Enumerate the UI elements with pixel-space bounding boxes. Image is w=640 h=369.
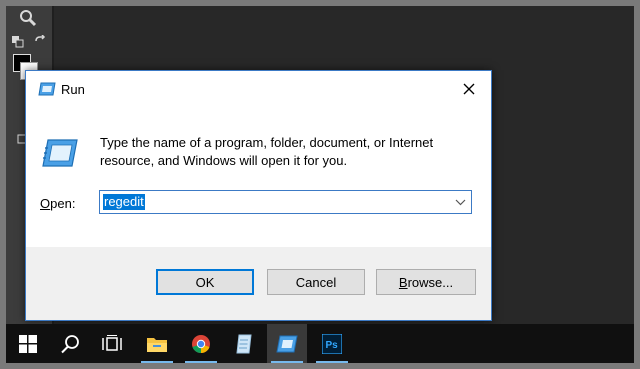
start-icon	[19, 334, 37, 353]
running-indicator	[185, 361, 217, 363]
search-icon	[61, 334, 79, 353]
run-icon	[38, 82, 56, 96]
open-label: Open:	[40, 196, 75, 211]
dialog-title-bar[interactable]: Run	[26, 71, 491, 107]
open-combobox[interactable]: regedit	[99, 190, 472, 214]
chrome-icon	[192, 334, 210, 353]
screen: Run Type the name of a program, folder, …	[6, 6, 634, 363]
dialog-title: Run	[61, 82, 85, 97]
notepad-button[interactable]	[224, 324, 264, 363]
zoom-tool-icon[interactable]	[19, 9, 37, 27]
browse-label: rowse...	[407, 274, 454, 290]
photoshop-icon-label: Ps	[326, 340, 339, 351]
task-view-icon	[102, 334, 122, 351]
browse-mnemonic: B	[398, 274, 408, 290]
cancel-button[interactable]: Cancel	[267, 269, 365, 295]
file-explorer-button[interactable]	[137, 324, 177, 363]
dialog-description: Type the name of a program, folder, docu…	[100, 135, 434, 168]
default-colors-icon[interactable]	[12, 36, 24, 48]
task-view-button[interactable]	[92, 324, 132, 363]
open-label-mnemonic: O	[40, 196, 51, 211]
run-icon	[276, 335, 298, 352]
chrome-button[interactable]	[181, 324, 221, 363]
start-button[interactable]	[8, 324, 48, 363]
open-input-value[interactable]: regedit	[103, 194, 145, 210]
file-explorer-icon	[147, 337, 167, 352]
close-button[interactable]	[447, 71, 491, 107]
close-icon	[463, 83, 475, 95]
swap-colors-icon[interactable]	[34, 35, 46, 47]
chevron-down-icon[interactable]	[453, 194, 467, 210]
active-indicator	[271, 361, 303, 363]
photoshop-icon: Ps	[322, 333, 342, 354]
run-taskbar-button[interactable]	[267, 324, 307, 363]
open-label-text: pen:	[50, 196, 76, 211]
photoshop-button[interactable]: Ps	[312, 324, 352, 363]
ok-button[interactable]: OK	[156, 269, 254, 295]
run-program-icon	[42, 139, 78, 167]
taskbar: Ps	[6, 324, 634, 363]
search-button[interactable]	[50, 324, 90, 363]
notepad-icon	[236, 334, 252, 353]
browse-button[interactable]: Browse...	[376, 269, 476, 295]
running-indicator	[141, 361, 173, 363]
running-indicator	[316, 361, 348, 363]
run-dialog: Run Type the name of a program, folder, …	[25, 70, 492, 321]
